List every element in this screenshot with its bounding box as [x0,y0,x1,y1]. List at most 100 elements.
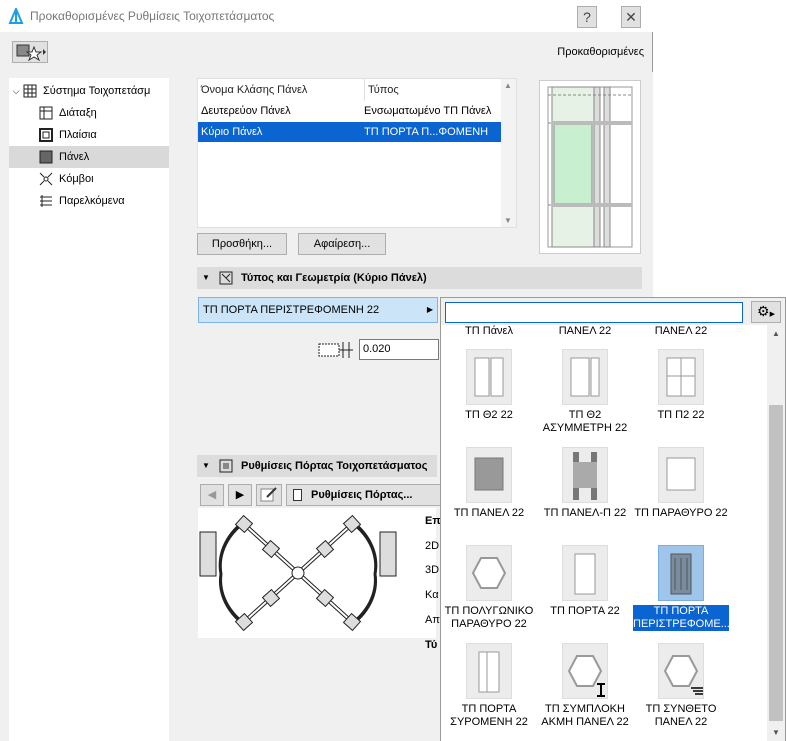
curtain-wall-preview [539,80,641,254]
tree-item-junctions[interactable]: Κόμβοι [9,168,169,190]
panel-thumbnail [658,643,704,699]
next-button[interactable]: ▶ [228,484,252,506]
door-settings-label: Ρυθμίσεις Πόρτας... [311,489,413,501]
gallery-item-label: ΤΠ ΠΑΝΕΛ 22 [453,507,525,519]
gallery-item-label: ΠΕΡΙΣΤΡΕΦΟΜΕ... [633,618,730,630]
tree-item-label: Πλαίσια [59,129,97,141]
tree-root-curtain-system[interactable]: ⌵ Σύστημα Τοιχοπετάσμ [9,80,169,102]
gallery-item[interactable]: ΤΠ Θ2 22 [441,349,537,422]
gallery-item-label: ΑΚΜΗ ΠΑΝΕΛ 22 [541,716,629,728]
collapse-arrow-icon[interactable]: ▼ [202,267,210,289]
row-class-name: Δευτερεύον Πάνελ [201,105,291,117]
settings-tree: ⌵ Σύστημα Τοιχοπετάσμ Διάταξη Πλαίσια Πά… [9,78,169,741]
table-row[interactable]: Δευτερεύον Πάνελ Ενσωματωμένο ΤΠ Πάνελ [198,101,502,121]
gallery-item[interactable]: ΤΠ ΠΟΛΥΓΩΝΙΚΟ ΠΑΡΑΘΥΡΟ 22 [441,545,537,631]
table-scrollbar[interactable]: ▲ ▼ [501,79,516,227]
gallery-item[interactable]: ΤΠ Π2 22 [633,349,729,422]
gallery-item-label: ΤΠ ΠΟΡΤΑ 22 [550,605,620,617]
archicad-logo-icon [8,8,24,24]
panel-thumbnail [658,349,704,405]
gallery-partial-label: ΤΠ Πάνελ [465,325,513,337]
panel-type-gallery: ΤΠ Πάνελ ΠΑΝΕΛ 22 ΠΑΝΕΛ 22 ΤΠ Θ2 22 ΤΠ Θ… [441,325,767,741]
close-button[interactable]: ✕ [621,6,641,28]
panel-class-table: Όνομα Κλάσης Πάνελ Τύπος Δευτερεύον Πάνε… [197,78,517,228]
table-row-selected[interactable]: Κύριο Πάνελ ΤΠ ΠΟΡΤΑ Π...ΦΟΜΕΝΗ 22 ▶ [198,122,515,158]
panel-type-selector[interactable]: ΤΠ ΠΟΡΤΑ ΠΕΡΙΣΤΡΕΦΟΜΕΝΗ 22 ▶ [198,297,438,323]
favorites-star-icon [16,44,46,62]
add-button[interactable]: Προσθήκη... [197,233,287,255]
gallery-item-label: ΤΠ Π2 22 [657,409,705,421]
tree-item-panels[interactable]: Πάνελ [9,146,169,168]
gallery-item[interactable]: ΤΠ ΣΥΝΘΕΤΟ ΠΑΝΕΛ 22 [633,643,729,729]
gallery-item-label: ΤΠ ΠΟΡΤΑ [461,703,517,715]
scroll-up-icon[interactable]: ▲ [772,329,780,338]
tree-item-label: Διάταξη [59,107,97,119]
chevron-down-icon[interactable]: ⌵ [9,86,23,97]
gallery-item[interactable]: ΤΠ ΠΟΡΤΑ ΣΥΡΟΜΕΝΗ 22 [441,643,537,729]
remove-button[interactable]: Αφαίρεση... [298,233,386,255]
scroll-up-icon[interactable]: ▲ [504,81,512,90]
gallery-scrollbar[interactable]: ▲ ▼ [767,325,785,741]
favorites-button[interactable] [12,41,48,63]
door-settings-button[interactable]: Ρυθμίσεις Πόρτας... [286,484,442,506]
gallery-item-selected[interactable]: ΤΠ ΠΟΡΤΑ ΠΕΡΙΣΤΡΕΦΟΜΕ... [633,545,730,631]
gallery-item-label: ΣΥΡΟΜΕΝΗ 22 [450,716,528,728]
gallery-item[interactable]: ΤΠ ΣΥΜΠΛΟΚΗ ΑΚΜΗ ΠΑΝΕΛ 22 [537,643,633,729]
chevron-right-icon: ▶ [769,311,775,318]
gear-icon: ⚙ [757,303,770,319]
gallery-item[interactable]: ΤΠ ΠΑΡΑΘΥΡΟ 22 [633,447,729,520]
panel-thumbnail [562,447,608,503]
tree-item-accessories[interactable]: Παρελκόμενα [9,190,169,212]
gallery-item[interactable]: ΤΠ Θ2 ΑΣΥΜΜΕΤΡΗ 22 [537,349,633,435]
gallery-item[interactable]: ΤΠ ΠΟΡΤΑ 22 [537,545,633,618]
section-title: Τύπος και Γεωμετρία (Κύριο Πάνελ) [241,272,427,284]
junction-icon [39,172,53,186]
tree-item-label: Κόμβοι [59,173,94,185]
gallery-search-input[interactable] [445,302,743,323]
preset-label: Προκαθορισμένες [557,46,644,58]
panel-thumbnail [562,643,608,699]
door-setting-label: Απ [425,614,440,626]
row-class-name: Κύριο Πάνελ [201,126,263,138]
thickness-input[interactable]: 0.020 [359,339,439,360]
tree-item-frames[interactable]: Πλαίσια [9,124,169,146]
scroll-down-icon[interactable]: ▼ [772,728,780,737]
gallery-partial-label: ΠΑΝΕΛ 22 [558,325,612,337]
thickness-icon [318,342,353,358]
scroll-down-icon[interactable]: ▼ [504,216,512,225]
gallery-item-label: ΤΠ ΠΑΡΑΘΥΡΟ 22 [634,507,728,519]
door-settings-icon [219,459,233,473]
panel-thumbnail [466,545,512,601]
type-geometry-section-header[interactable]: ▼ Τύπος και Γεωμετρία (Κύριο Πάνελ) [197,267,642,289]
door-settings-section-header[interactable]: ▼ Ρυθμίσεις Πόρτας Τοιχοπετάσματος [197,455,437,477]
gallery-item-label: ΤΠ Θ2 [568,409,602,421]
door-setting-label: 2D [425,540,440,552]
column-header-class-name[interactable]: Όνομα Κλάσης Πάνελ [201,79,307,101]
gallery-item-label: ΤΠ Θ2 22 [465,409,513,421]
gallery-item[interactable]: ΤΠ ΠΑΝΕΛ 22 [441,447,537,520]
tree-item-label: Παρελκόμενα [59,195,125,207]
edit-door-button[interactable] [256,484,282,506]
collapse-arrow-icon[interactable]: ▼ [202,455,210,477]
column-header-type[interactable]: Τύπος [364,79,399,101]
gallery-item-label: ΠΑΝΕΛ 22 [654,716,708,728]
door-setting-label: 3D [425,564,440,576]
panel-preview-image [547,86,633,248]
gallery-options-button[interactable]: ⚙▶ [751,301,781,323]
gallery-item-label: ΠΑΡΑΘΥΡΟ 22 [451,618,527,630]
door-setting-label: Κα [425,589,439,601]
panel-thumbnail [658,447,704,503]
gallery-partial-label: ΠΑΝΕΛ 22 [654,325,708,337]
gallery-item-label: ΤΠ ΠΟΛΥΓΩΝΙΚΟ [444,605,534,617]
revolving-door-plan [198,508,436,638]
window-title: Προκαθορισμένες Ρυθμίσεις Τοιχοπετάσματο… [30,9,275,23]
gallery-item[interactable]: ΤΠ ΠΑΝΕΛ-Π 22 [537,447,633,520]
row-type: Ενσωματωμένο ΤΠ Πάνελ [364,105,492,117]
previous-button[interactable]: ◀ [200,484,224,506]
help-button[interactable]: ? [577,6,597,28]
tree-item-layout[interactable]: Διάταξη [9,102,169,124]
edit-icon [260,487,277,502]
tree-root-label: Σύστημα Τοιχοπετάσμ [43,85,151,97]
scrollbar-thumb[interactable] [769,405,783,721]
row-type: ΤΠ ΠΟΡΤΑ Π...ΦΟΜΕΝΗ 22 [364,126,489,158]
